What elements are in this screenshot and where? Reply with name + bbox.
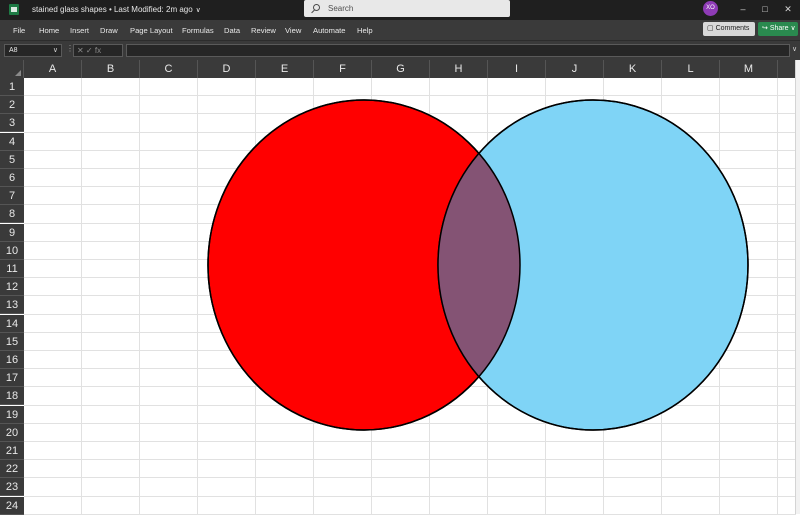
venn-shapes [207, 99, 749, 431]
